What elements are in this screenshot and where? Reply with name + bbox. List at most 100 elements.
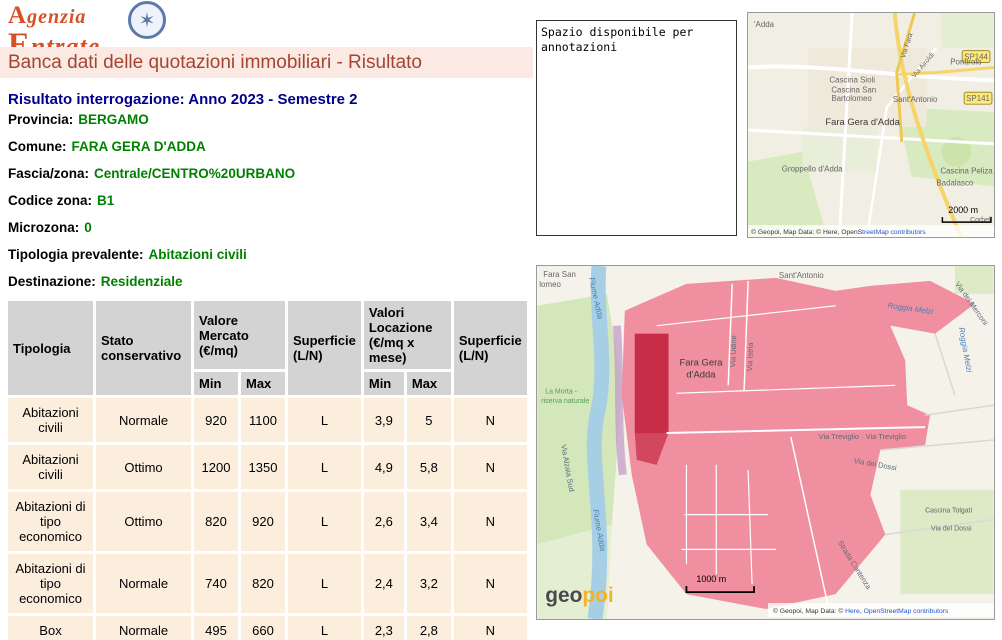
col-header-superficie-1: Superficie (L/N) [288,301,361,395]
logo-rest-genzia: genzia [27,6,86,28]
map-label: d'Adda [686,369,716,380]
cell-tipologia: Abitazioni civili [8,445,93,489]
field-label: Destinazione: [8,274,96,289]
geopoi-logo-geo: geo [545,584,582,607]
field-label: Tipologia prevalente: [8,247,144,262]
col-header-stato-conservativo: Stato conservativo [96,301,191,395]
map-label: Cascina Sioli [829,75,875,84]
map-label: Fara Gera d'Adda [825,116,900,127]
field-value: FARA GERA D'ADDA [72,139,206,154]
table-row: Box Normale 495 660 L 2,3 2,8 N [8,616,527,640]
field-destinazione: Destinazione:Residenziale [8,274,295,301]
cell-superficie-1: L [288,492,361,551]
field-tipologia-prevalente: Tipologia prevalente: Abitazioni civili [8,247,295,274]
scale-label: 2000 m [948,205,978,215]
green-area [537,294,622,545]
overview-map[interactable]: SP144 SP141 'Adda Pontirolo Via Fara Via… [747,12,995,238]
boundary-strip [617,326,623,475]
annotations-textarea[interactable]: Spazio disponibile per annotazioni [536,20,737,236]
cell-superficie-2: N [454,398,527,442]
map-label: Fara Gera [679,357,723,368]
cell-superficie-1: L [288,398,361,442]
result-heading: Risultato interrogazione: Anno 2023 - Se… [8,91,358,108]
cell-superficie-2: N [454,445,527,489]
cell-max-mercato: 920 [241,492,285,551]
zone-map-canvas: Sant'Antonio Fara San lomeo Via Udine Vi… [537,266,994,619]
cell-min-locazione: 4,9 [364,445,404,489]
field-microzona: Microzona: 0 [8,220,295,247]
cell-superficie-1: L [288,616,361,640]
cell-stato: Ottimo [96,445,191,489]
cell-max-locazione: 3,4 [407,492,451,551]
cell-min-mercato: 1200 [194,445,238,489]
cell-max-mercato: 1100 [241,398,285,442]
cell-min-mercato: 920 [194,398,238,442]
map-label: Bartolomeo [831,94,872,103]
cell-min-locazione: 2,4 [364,554,404,613]
col-header-valori-locazione: Valori Locazione (€/mq x mese) [364,301,451,369]
col-header-superficie-2: Superficie (L/N) [454,301,527,395]
map-label: Via Udine [728,335,738,367]
cell-max-mercato: 1350 [241,445,285,489]
cell-tipologia: Abitazioni di tipo economico [8,554,93,613]
field-label: Microzona: [8,220,79,235]
cell-min-locazione: 2,6 [364,492,404,551]
cell-max-locazione: 3,2 [407,554,451,613]
annotations-area: Spazio disponibile per annotazioni [536,20,737,236]
map-label: Cascina San [831,85,876,94]
logo-line-agenzia: Agenzia [8,3,100,29]
map-attribution: © Geopoi, Map Data: © Here, OpenStreetMa… [751,228,926,236]
map-label: Badalasco [936,178,974,187]
cell-tipologia: Abitazioni civili [8,398,93,442]
map-label: Via del Dossi [931,526,972,533]
cell-tipologia: Abitazioni di tipo economico [8,492,93,551]
green-area [941,13,994,48]
logo-cap-a: A [8,2,27,29]
italy-state-emblem-icon: ✶ [128,1,166,39]
cell-superficie-2: N [454,492,527,551]
attribution-link[interactable]: treetMap contributors [862,229,926,236]
field-codice-zona: Codice zona:B1 [8,193,295,220]
map-label: lomeo [539,280,561,289]
road-badge-label: SP141 [966,94,990,103]
page: Agenzia Entrate ✶ Banca dati delle quota… [0,0,1002,640]
cell-min-locazione: 3,9 [364,398,404,442]
cell-min-locazione: 2,3 [364,616,404,640]
map-label: Via Istria [745,342,755,372]
zone-overlay-red [635,334,669,433]
map-label: Sant'Antonio [779,271,824,280]
attribution-text: © Geopoi, Map Data: © [773,607,845,615]
zone-map[interactable]: Sant'Antonio Fara San lomeo Via Udine Vi… [536,265,995,620]
cell-max-locazione: 5,8 [407,445,451,489]
cell-superficie-1: L [288,445,361,489]
field-label: Codice zona: [8,193,92,208]
field-provincia: Provincia:BERGAMO [8,112,295,139]
field-value: Abitazioni civili [149,247,247,262]
cell-max-locazione: 5 [407,398,451,442]
table-header-row: Tipologia Stato conservativo Valore Merc… [8,301,527,369]
map-label: Sant'Antonio [893,95,938,104]
field-value: BERGAMO [78,112,149,127]
page-title: Banca dati delle quotazioni immobiliari … [8,52,422,74]
attribution-link-here[interactable]: Here [845,608,860,615]
col-header-min-mercato: Min [194,372,238,395]
map-label: riserva naturale [541,398,589,405]
cell-superficie-2: N [454,554,527,613]
cell-stato: Normale [96,398,191,442]
emblem-star-icon: ✶ [139,8,156,33]
field-value: 0 [84,220,92,235]
map-label: Fara San [543,270,576,279]
map-label: Via Treviglio · Via Treviglio [819,432,906,441]
cell-min-mercato: 820 [194,492,238,551]
cell-max-locazione: 2,8 [407,616,451,640]
table-row: Abitazioni di tipo economico Normale 740… [8,554,527,613]
cell-tipologia: Box [8,616,93,640]
col-header-min-locazione: Min [364,372,404,395]
field-label: Fascia/zona: [8,166,89,181]
cell-superficie-1: L [288,554,361,613]
col-header-max-locazione: Max [407,372,451,395]
attribution-link-osm[interactable]: OpenStreetMap contributors [864,608,949,615]
cell-stato: Normale [96,554,191,613]
map-label: Pontirolo [950,58,982,67]
scale-label: 1000 m [696,574,726,584]
